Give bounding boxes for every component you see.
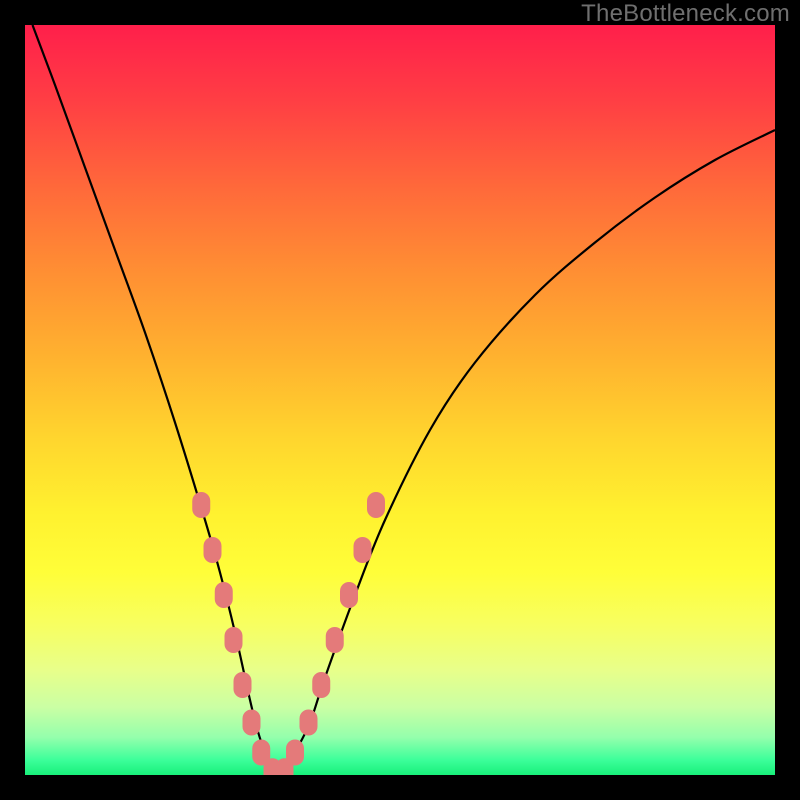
curve-marker <box>243 710 261 736</box>
curve-marker <box>354 537 372 563</box>
curve-marker <box>192 492 210 518</box>
curve-marker <box>300 710 318 736</box>
curve-marker <box>312 672 330 698</box>
curve-marker <box>326 627 344 653</box>
bottleneck-curve <box>33 25 776 771</box>
curve-marker <box>234 672 252 698</box>
chart-frame: TheBottleneck.com <box>0 0 800 800</box>
curve-marker <box>367 492 385 518</box>
curve-marker <box>340 582 358 608</box>
curve-marker <box>204 537 222 563</box>
curve-marker <box>215 582 233 608</box>
curve-layer <box>33 25 776 771</box>
watermark-text: TheBottleneck.com <box>581 0 790 28</box>
marker-layer <box>192 492 385 775</box>
curve-marker <box>286 740 304 766</box>
curve-marker <box>225 627 243 653</box>
plot-svg <box>25 25 775 775</box>
